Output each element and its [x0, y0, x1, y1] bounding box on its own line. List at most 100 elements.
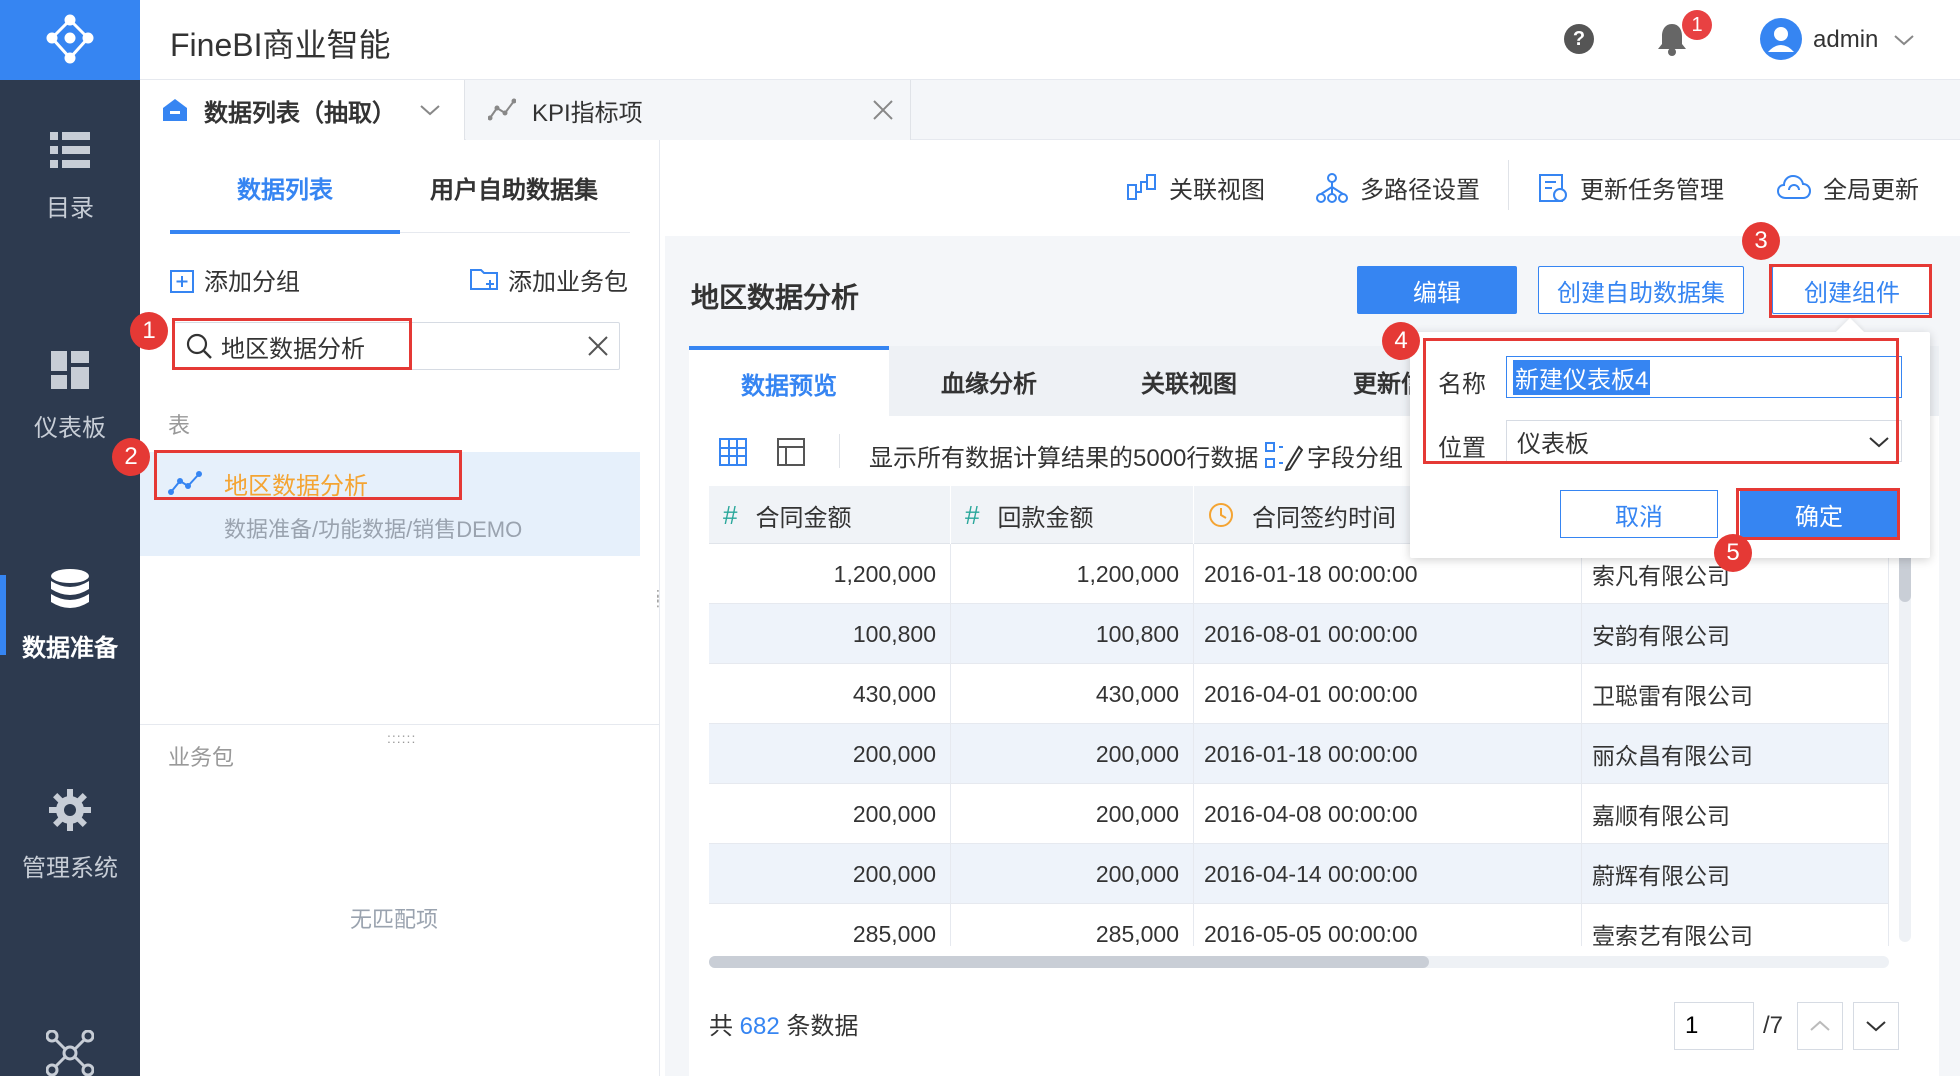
chevron-down-icon[interactable]	[1892, 28, 1916, 52]
search-box[interactable]	[174, 322, 620, 370]
field-group-label: 字段分组	[1307, 445, 1403, 472]
scrollbar-thumb[interactable]	[1899, 552, 1911, 602]
tab-relation-view[interactable]: 关联视图	[1089, 346, 1289, 416]
app-logo[interactable]	[0, 0, 140, 80]
section-label-package: 业务包	[168, 745, 235, 770]
hierarchy-icon	[1316, 172, 1348, 203]
page-title: 地区数据分析	[691, 282, 860, 313]
chevron-down-icon	[1866, 1021, 1886, 1032]
chevron-down-icon	[1869, 437, 1889, 448]
table-row[interactable]: 285,000 285,000 2016-05-05 00:00:00 壹索艺有限公司	[709, 904, 1889, 946]
resize-handle[interactable]: ::::::	[387, 730, 416, 746]
multipath-button[interactable]: 多路径设置	[1316, 170, 1480, 205]
column-header[interactable]: # 合同金额	[709, 486, 951, 544]
tab-data-list[interactable]: 数据列表（抽取）	[140, 80, 465, 140]
multipath-label: 多路径设置	[1360, 177, 1480, 204]
table-row[interactable]: 200,000 200,000 2016-04-08 00:00:00 嘉顺有限公司	[709, 784, 1889, 844]
name-input[interactable]: 新建仪表板4	[1506, 356, 1902, 398]
subtab-data-list[interactable]: 数据列表	[237, 170, 333, 205]
scrollbar-thumb[interactable]	[709, 956, 1429, 968]
table-cell: 200,000	[951, 844, 1194, 904]
tab-kpi[interactable]: KPI指标项	[466, 80, 911, 140]
edit-button[interactable]: 编辑	[1357, 266, 1517, 314]
table-row[interactable]: 200,000 200,000 2016-01-18 00:00:00 丽众昌有限公司	[709, 724, 1889, 784]
network-icon[interactable]	[45, 1029, 95, 1076]
position-label: 位置	[1438, 435, 1486, 462]
nav-item-catalog[interactable]: 目录	[0, 105, 140, 245]
relation-view-label: 关联视图	[1169, 177, 1265, 204]
cloud-refresh-icon	[1777, 174, 1811, 199]
list-item[interactable]: 地区数据分析 数据准备/功能数据/销售DEMO	[140, 452, 640, 556]
vertical-scrollbar[interactable]	[1899, 552, 1911, 942]
position-select[interactable]: 仪表板	[1506, 420, 1902, 462]
relation-view-button[interactable]: 关联视图	[1127, 170, 1265, 205]
left-nav: 目录 仪表板 数据准备 管理系统	[0, 0, 140, 1076]
nav-label: 仪表板	[34, 414, 106, 442]
active-tab-indicator	[170, 230, 400, 234]
column-header[interactable]: # 回款金额	[951, 486, 1194, 544]
create-dataset-button[interactable]: 创建自助数据集	[1538, 266, 1744, 314]
home-icon	[163, 99, 187, 121]
divider	[839, 434, 840, 468]
table-row[interactable]: 430,000 430,000 2016-04-01 00:00:00 卫聪雷有限公司	[709, 664, 1889, 724]
chart-line-icon	[488, 98, 516, 121]
page-total: /7	[1763, 1012, 1784, 1039]
table-cell: 2016-08-01 00:00:00	[1194, 604, 1582, 664]
add-group-label: 添加分组	[204, 269, 300, 296]
result-path: 数据准备/功能数据/销售DEMO	[224, 517, 523, 542]
table-cell: 2016-04-01 00:00:00	[1194, 664, 1582, 724]
page-number-input[interactable]	[1674, 1002, 1754, 1050]
search-icon	[186, 333, 212, 359]
add-folder-icon	[170, 269, 194, 293]
tab-label: 数据列表（抽取）	[204, 99, 396, 127]
table-row[interactable]: 200,000 200,000 2016-04-14 00:00:00 蔚辉有限公司	[709, 844, 1889, 904]
table-cell: 1,200,000	[709, 544, 951, 604]
table-cell: 2016-04-14 00:00:00	[1194, 844, 1582, 904]
field-group-button[interactable]: 字段分组	[1265, 438, 1403, 473]
table-cell: 丽众昌有限公司	[1582, 724, 1889, 784]
update-tasks-button[interactable]: 更新任务管理	[1538, 170, 1724, 205]
search-input[interactable]	[221, 332, 561, 360]
prev-page-button[interactable]	[1797, 1002, 1843, 1050]
step-marker: 2	[112, 438, 150, 476]
vertical-resize-handle[interactable]: ⋮ ⋮	[651, 588, 665, 608]
layout-view-icon[interactable]	[777, 438, 805, 466]
logo-icon	[46, 14, 94, 64]
clear-icon[interactable]	[587, 335, 609, 357]
chevron-down-icon[interactable]	[418, 98, 442, 122]
table-cell: 2016-04-08 00:00:00	[1194, 784, 1582, 844]
number-field-icon: #	[723, 499, 738, 530]
table-cell: 100,800	[709, 604, 951, 664]
step-marker: 5	[1714, 534, 1752, 572]
add-group-button[interactable]: 添加分组	[170, 262, 300, 297]
cancel-button[interactable]: 取消	[1560, 490, 1718, 538]
horizontal-scrollbar[interactable]	[709, 956, 1889, 968]
next-page-button[interactable]	[1853, 1002, 1899, 1050]
tab-lineage[interactable]: 血缘分析	[889, 346, 1089, 416]
add-package-label: 添加业务包	[508, 269, 628, 296]
step-marker: 3	[1742, 222, 1780, 260]
username[interactable]: admin	[1813, 26, 1878, 54]
nav-label: 目录	[46, 194, 94, 222]
page-tab-strip: 数据列表（抽取） KPI指标项	[140, 80, 1960, 140]
nav-item-data-prep[interactable]: 数据准备	[0, 545, 140, 685]
create-component-button[interactable]: 创建组件	[1772, 266, 1932, 314]
tab-data-preview[interactable]: 数据预览	[689, 346, 889, 416]
record-count-value: 682	[739, 1013, 780, 1040]
help-icon[interactable]: ?	[1564, 24, 1594, 54]
confirm-button[interactable]: 确定	[1740, 490, 1898, 538]
notification-badge: 1	[1682, 10, 1712, 40]
close-icon[interactable]	[872, 99, 894, 121]
grid-view-icon[interactable]	[719, 438, 747, 466]
add-package-icon	[470, 268, 498, 290]
table-cell: 430,000	[709, 664, 951, 724]
relation-icon	[1127, 173, 1156, 200]
clock-icon	[1209, 503, 1233, 527]
nav-item-admin[interactable]: 管理系统	[0, 765, 140, 905]
add-package-button[interactable]: 添加业务包	[470, 262, 628, 297]
avatar[interactable]	[1760, 18, 1802, 60]
table-row[interactable]: 100,800 100,800 2016-08-01 00:00:00 安韵有限公司	[709, 604, 1889, 664]
table-cell: 200,000	[709, 844, 951, 904]
global-update-button[interactable]: 全局更新	[1777, 170, 1919, 205]
subtab-self-service-dataset[interactable]: 用户自助数据集	[430, 170, 598, 205]
